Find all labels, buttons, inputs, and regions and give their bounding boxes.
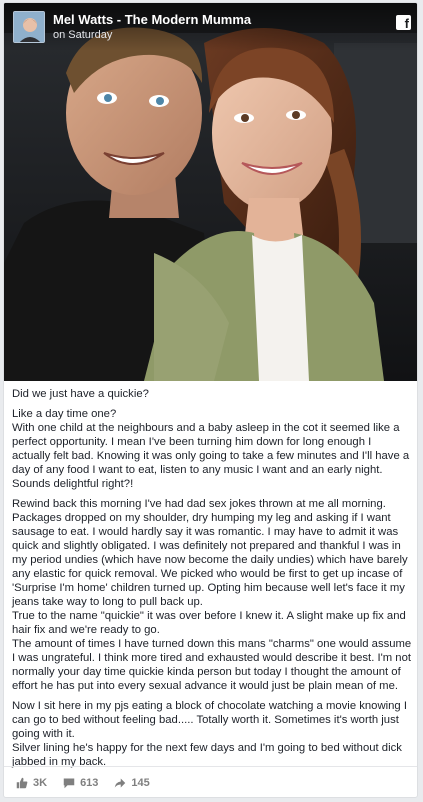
share-icon bbox=[115, 778, 126, 787]
facebook-icon[interactable]: f bbox=[396, 15, 411, 31]
post-paragraph: Now I sit here in my pjs eating a block … bbox=[12, 700, 407, 768]
post-text: Did we just have a quickie? Like a day ti… bbox=[12, 387, 412, 775]
post-timestamp[interactable]: on Saturday bbox=[53, 28, 251, 42]
likes-count: 3K bbox=[33, 776, 48, 789]
post-paragraph: Did we just have a quickie? bbox=[12, 388, 149, 400]
post-stats-bar: 3K 613 145 bbox=[4, 766, 417, 797]
avatar-image bbox=[14, 12, 44, 42]
thumbs-up-icon bbox=[16, 777, 28, 788]
page-avatar[interactable] bbox=[13, 11, 45, 43]
post-paragraph: Rewind back this morning I've had dad se… bbox=[12, 498, 412, 692]
post-card: Mel Watts - The Modern Mumma on Saturday… bbox=[3, 2, 418, 798]
shares-count: 145 bbox=[131, 776, 150, 789]
comment-icon bbox=[63, 778, 75, 788]
post-paragraph: Like a day time one? With one child at t… bbox=[12, 408, 410, 490]
post-header: Mel Watts - The Modern Mumma on Saturday… bbox=[4, 3, 417, 51]
likes-stat[interactable]: 3K bbox=[16, 777, 47, 789]
comments-count: 613 bbox=[80, 776, 99, 789]
shares-stat[interactable]: 145 bbox=[114, 776, 150, 789]
comments-stat[interactable]: 613 bbox=[63, 777, 98, 789]
couple-selfie-image bbox=[4, 3, 417, 381]
page-name-link[interactable]: Mel Watts - The Modern Mumma bbox=[53, 12, 251, 28]
post-photo[interactable]: Mel Watts - The Modern Mumma on Saturday… bbox=[4, 3, 417, 381]
